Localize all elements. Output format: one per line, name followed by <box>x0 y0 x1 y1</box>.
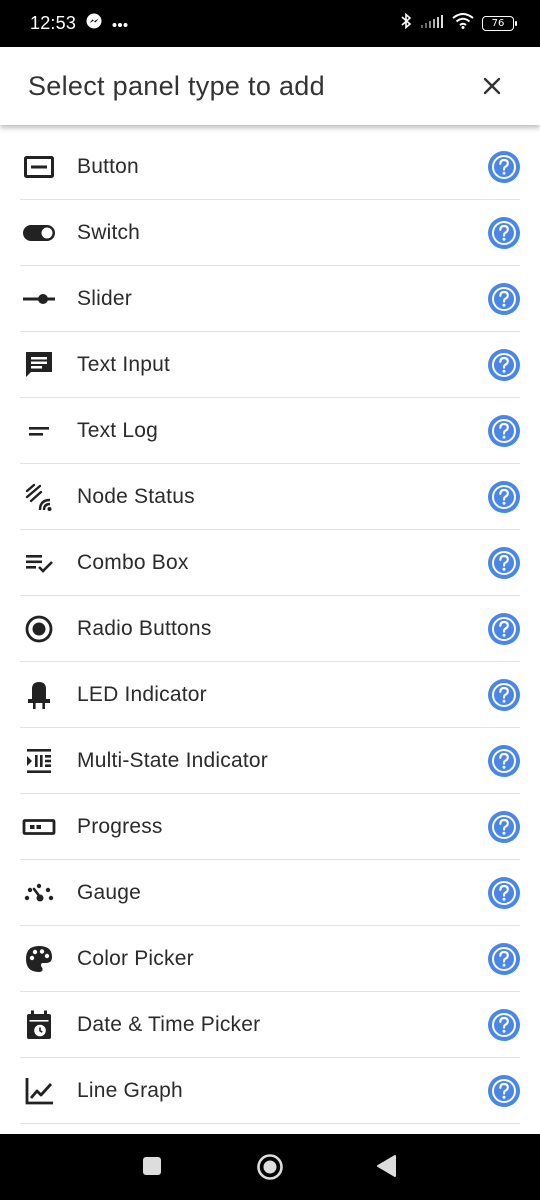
help-icon <box>492 352 516 377</box>
radio-button-icon <box>20 610 58 648</box>
multi-state-icon <box>20 742 58 780</box>
more-dots-icon <box>112 15 128 33</box>
help-button[interactable] <box>488 348 520 381</box>
list-item-label: Button <box>77 154 139 178</box>
bluetooth-icon <box>400 12 412 35</box>
help-icon <box>492 880 516 905</box>
list-item[interactable]: Button <box>20 134 520 200</box>
help-button[interactable] <box>488 414 520 447</box>
list-item[interactable]: Date & Time Picker <box>20 992 520 1058</box>
list-item-label: Progress <box>77 814 163 838</box>
help-icon <box>492 220 516 245</box>
help-button[interactable] <box>488 942 520 975</box>
help-icon <box>492 1012 516 1037</box>
progress-icon <box>20 808 58 846</box>
list-item[interactable]: Gauge <box>20 860 520 926</box>
help-button[interactable] <box>488 678 520 711</box>
list-item[interactable]: Combo Box <box>20 530 520 596</box>
square-icon <box>143 1157 161 1175</box>
close-button[interactable] <box>472 66 512 106</box>
list-item[interactable]: Node Status <box>20 464 520 530</box>
wifi-icon <box>452 13 474 34</box>
list-item[interactable]: Progress <box>20 794 520 860</box>
status-bar: 12:53 76 <box>0 0 540 47</box>
slider-icon <box>20 280 58 318</box>
help-button[interactable] <box>488 216 520 249</box>
help-button[interactable] <box>488 282 520 315</box>
recents-button[interactable] <box>134 1148 170 1184</box>
page-title: Select panel type to add <box>28 70 325 101</box>
panel-type-list: Button Switch Slider Text Input Text Log <box>0 134 540 1124</box>
help-icon <box>492 616 516 641</box>
palette-icon <box>20 940 58 978</box>
list-item[interactable]: Multi-State Indicator <box>20 728 520 794</box>
list-item[interactable]: Color Picker <box>20 926 520 992</box>
list-item-label: Date & Time Picker <box>77 1012 261 1036</box>
signal-icon <box>420 14 444 33</box>
help-icon <box>492 1078 516 1103</box>
help-button[interactable] <box>488 876 520 909</box>
battery-icon: 76 <box>482 16 517 31</box>
combo-box-icon <box>20 544 58 582</box>
help-icon <box>492 814 516 839</box>
list-item[interactable]: Radio Buttons <box>20 596 520 662</box>
help-icon <box>492 682 516 707</box>
help-icon <box>492 550 516 575</box>
help-icon <box>492 154 516 179</box>
list-item-label: Text Input <box>77 352 171 376</box>
back-triangle-icon <box>377 1155 396 1177</box>
messenger-icon <box>86 13 102 34</box>
list-item-label: Text Log <box>77 418 158 442</box>
list-item-label: Multi-State Indicator <box>77 748 268 772</box>
led-icon <box>20 676 58 714</box>
calendar-icon <box>20 1006 58 1044</box>
list-item-label: Combo Box <box>77 550 189 574</box>
list-item-label: Node Status <box>77 484 195 508</box>
list-item-label: Line Graph <box>77 1078 183 1102</box>
help-icon <box>492 748 516 773</box>
list-item-label: Slider <box>77 286 132 310</box>
list-item[interactable]: LED Indicator <box>20 662 520 728</box>
circle-icon <box>257 1154 283 1180</box>
list-item[interactable]: Text Log <box>20 398 520 464</box>
home-button[interactable] <box>251 1148 289 1186</box>
node-status-icon <box>20 478 58 516</box>
help-icon <box>492 946 516 971</box>
gauge-icon <box>20 874 58 912</box>
help-button[interactable] <box>488 810 520 843</box>
list-item-label: Switch <box>77 220 141 244</box>
list-item-label: Color Picker <box>77 946 194 970</box>
back-button[interactable] <box>368 1148 404 1184</box>
text-log-icon <box>20 412 58 450</box>
help-button[interactable] <box>488 1074 520 1107</box>
help-button[interactable] <box>488 546 520 579</box>
help-button[interactable] <box>488 150 520 183</box>
list-item-label: Gauge <box>77 880 142 904</box>
list-item-label: Radio Buttons <box>77 616 212 640</box>
help-icon <box>492 418 516 443</box>
button-icon <box>20 148 58 186</box>
close-icon <box>483 77 501 95</box>
dialog-header: Select panel type to add <box>0 47 540 125</box>
status-time: 12:53 <box>30 13 77 33</box>
toggle-icon <box>20 214 58 252</box>
line-graph-icon <box>20 1072 58 1110</box>
list-item[interactable]: Line Graph <box>20 1058 520 1124</box>
text-input-icon <box>20 346 58 384</box>
help-button[interactable] <box>488 480 520 513</box>
help-button[interactable] <box>488 612 520 645</box>
list-item[interactable]: Switch <box>20 200 520 266</box>
help-button[interactable] <box>488 1008 520 1041</box>
list-item[interactable]: Slider <box>20 266 520 332</box>
navigation-bar <box>0 1134 540 1200</box>
help-button[interactable] <box>488 744 520 777</box>
help-icon <box>492 484 516 509</box>
list-item[interactable]: Text Input <box>20 332 520 398</box>
list-item-label: LED Indicator <box>77 682 207 706</box>
help-icon <box>492 286 516 311</box>
